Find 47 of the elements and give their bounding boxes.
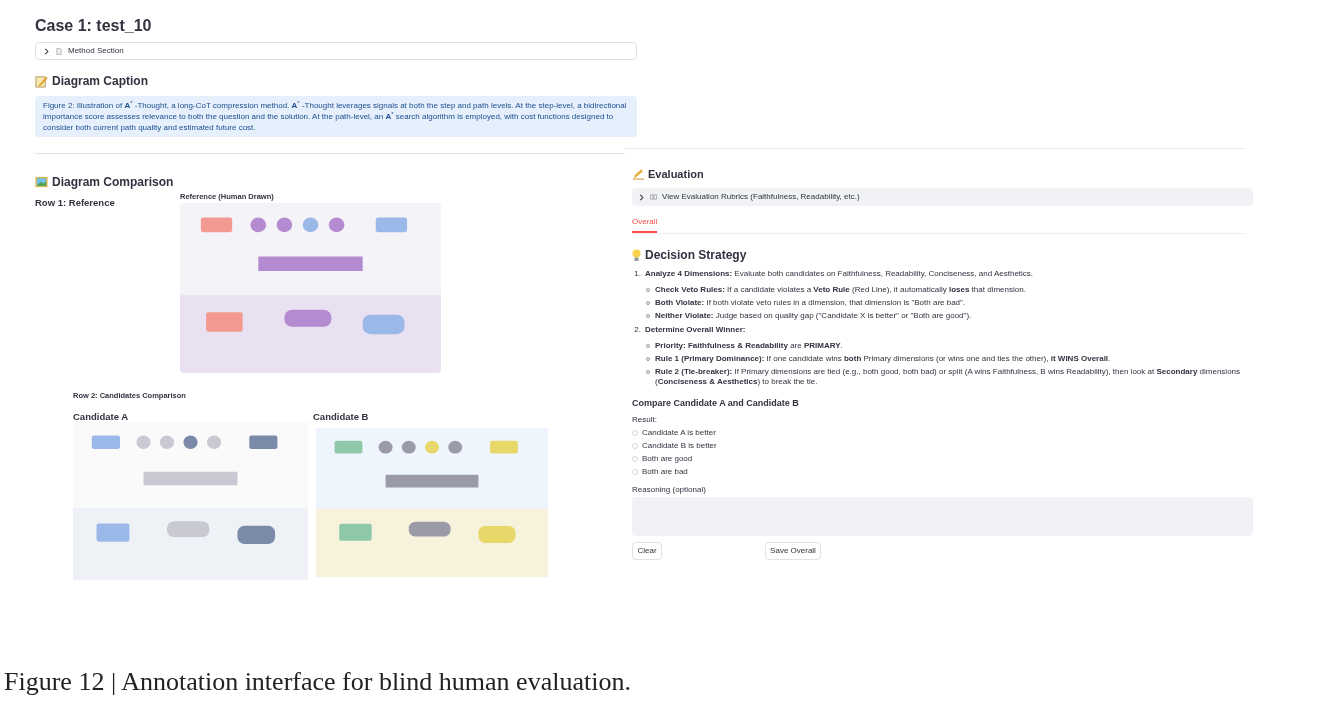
list-item-text: Analyze 4 Dimensions: Evaluate both candidates on Faithfulness, Readability, Conciseness, and Aesthetics. [645, 269, 1034, 279]
list-item-text: Determine Overall Winner: [645, 325, 746, 335]
page-title: Case 1: test_10 [35, 16, 153, 36]
bullet-icon [646, 314, 650, 318]
section-heading: Diagram Comparison [52, 174, 174, 191]
framed-picture-icon [35, 176, 48, 188]
bullet-icon [646, 288, 650, 292]
expander[interactable]: View Evaluation Rubrics (Faithfulness, Readability, etc.) [632, 188, 1253, 206]
option-label: Both are good [642, 453, 693, 465]
light-bulb-icon [632, 248, 641, 262]
option-label: Candidate A is better [642, 427, 716, 439]
bullet-icon [646, 344, 650, 348]
list-item-text: Rule 2 (Tie-breaker): If Primary dimensions are tied (e.g., both good, both bad) or split (A wins Faithfulness, B wins Readability), then look at Secondary dimensions (Conciseness & Aesthetics) to break the tie. [655, 367, 1242, 387]
list-item-text: Priority: Faithfulness & Readability are PRIMARY. [655, 341, 843, 351]
form-heading: Compare Candidate A and Candidate B [632, 397, 799, 409]
field-label: Result: [632, 414, 657, 424]
list-number: 2. [633, 325, 641, 335]
section-heading: Evaluation [648, 166, 704, 182]
list-item-text: Both Violate: If both violate veto rules in a dimension, that dimension is "Both are bad". [655, 298, 966, 308]
memo-icon [35, 74, 48, 88]
section-heading: Decision Strategy [645, 247, 747, 264]
button[interactable]: Clear [632, 542, 662, 560]
radio-button[interactable] [632, 469, 638, 475]
expander[interactable]: Method Section [35, 42, 637, 60]
list-item-text: Rule 1 (Primary Dominance): If one candidate wins both Primary dimensions (or wins one and ties the other), it WINS Overall. [655, 354, 1111, 364]
figure-caption: Figure 12 | Annotation interface for blind human evaluation. [4, 666, 631, 698]
caption-text: Figure 2: Illustration of A$^{*}$ -Thought, a long-CoT compression method. A$^{*}$ -Thought leverages signals at both the step and path levels. At the step-level, a bidirectional importance score assesses relevance to both the question and the solution. At the path-level, an A$^{*}$ search algorithm is employed, with cost functions designed to consider both current path quality and estimated future cost. [35, 96, 637, 137]
row-label: Row 1: Reference [35, 196, 116, 210]
bullet-icon [646, 301, 650, 305]
bullet-icon [646, 370, 650, 374]
list-item-text: Check Veto Rules: If a candidate violates a Veto Rule (Red Line), it automatically loses that dimension. [655, 285, 1026, 295]
document-icon [56, 47, 62, 55]
button[interactable]: Save Overall [765, 542, 821, 560]
section-heading: Diagram Caption [52, 73, 148, 90]
radio-button[interactable] [632, 443, 638, 449]
list-number: 1. [633, 269, 641, 279]
candidate-label: Candidate A [73, 410, 129, 422]
candidate-label: Candidate B [313, 410, 369, 422]
book-icon [650, 194, 657, 200]
option-label: Candidate B is better [642, 440, 717, 452]
list-item-text: Neither Violate: Judge based on quality gap ("Candidate X is better" or "Both are good"). [655, 311, 972, 321]
writing-hand-icon [632, 168, 645, 180]
field-label: Reasoning (optional) [632, 484, 706, 494]
radio-button[interactable] [632, 430, 638, 436]
option-label: Both are bad [642, 466, 688, 478]
radio-button[interactable] [632, 456, 638, 462]
bullet-icon [646, 357, 650, 361]
